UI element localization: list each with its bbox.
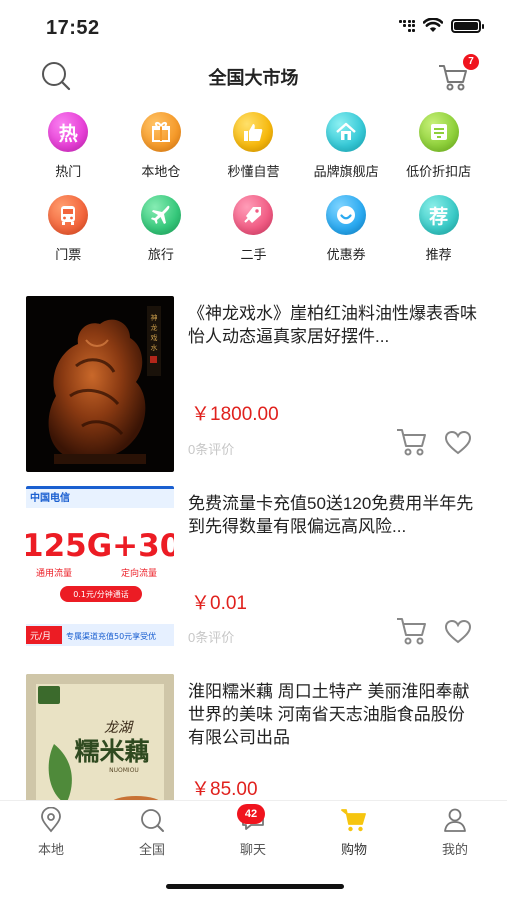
category-label: 优惠券 bbox=[326, 247, 366, 262]
thumbs-up-icon bbox=[233, 112, 274, 152]
ad-call-rate: 0.1元/分钟通话 bbox=[73, 589, 128, 599]
category-label: 推荐 bbox=[425, 247, 452, 262]
category-label: 秒懂自营 bbox=[227, 164, 280, 179]
add-to-cart-icon[interactable] bbox=[396, 427, 428, 457]
wifi-icon bbox=[423, 18, 443, 32]
home-store-icon bbox=[326, 112, 367, 152]
cart-badge: 7 bbox=[463, 54, 479, 70]
svg-text:水: 水 bbox=[151, 343, 158, 352]
svg-text:神: 神 bbox=[151, 313, 158, 322]
category-recommend[interactable]: 荐 推荐 bbox=[399, 195, 479, 278]
tab-label: 我的 bbox=[441, 842, 468, 857]
home-indicator bbox=[166, 884, 344, 889]
category-secondhand[interactable]: 二手 bbox=[213, 195, 293, 278]
tab-label: 全国 bbox=[138, 842, 165, 857]
gift-box-icon bbox=[140, 112, 181, 152]
tab-chat[interactable]: 42 聊天 bbox=[223, 804, 283, 858]
wood-carving-dragon-image[interactable]: 神 龙 戏 水 bbox=[26, 296, 174, 472]
location-pin-icon bbox=[41, 807, 61, 833]
product-price: ￥0.01 bbox=[191, 593, 247, 614]
category-label: 二手 bbox=[240, 247, 267, 262]
secondhand-tag-icon bbox=[233, 195, 274, 235]
product-title[interactable]: 免费流量卡充值50送120免费用半年先到先得数量有限偏远高风险... bbox=[188, 492, 478, 538]
package-pinyin: NUOMIOU bbox=[109, 767, 139, 774]
search-icon bbox=[141, 809, 164, 832]
status-time: 17:52 bbox=[46, 17, 100, 39]
battery-icon bbox=[451, 18, 484, 33]
favorite-heart-icon[interactable] bbox=[444, 618, 472, 646]
category-hot[interactable]: 热 热门 bbox=[28, 112, 108, 195]
category-brand-flagship[interactable]: 品牌旗舰店 bbox=[306, 112, 386, 195]
person-icon bbox=[444, 808, 466, 832]
svg-text:戏: 戏 bbox=[151, 333, 158, 342]
product-price: ￥85.00 bbox=[191, 779, 258, 800]
tab-label: 本地 bbox=[37, 842, 64, 857]
data-card-ad-image[interactable]: 中国电信 125G+30G 通用流量 定向流量 0.1元/分钟通话 元/月 专属… bbox=[26, 486, 174, 662]
product-title[interactable]: 淮阳糯米藕 周口土特产 美丽淮阳奉献世界的美味 河南省天志油脂食品股份有限公司出… bbox=[188, 680, 478, 749]
ticket-bus-icon bbox=[48, 195, 89, 235]
chat-badge: 42 bbox=[237, 804, 265, 824]
favorite-heart-icon[interactable] bbox=[444, 429, 472, 457]
ad-brand: 中国电信 bbox=[30, 491, 70, 504]
category-label: 旅行 bbox=[147, 247, 174, 262]
add-to-cart-icon[interactable] bbox=[396, 616, 428, 646]
category-discount-store[interactable]: 低价折扣店 bbox=[399, 112, 479, 195]
category-label: 品牌旗舰店 bbox=[313, 164, 379, 179]
category-label: 本地仓 bbox=[141, 164, 181, 179]
package-brand: 龙湖 bbox=[104, 720, 134, 736]
tab-label: 聊天 bbox=[239, 842, 266, 857]
svg-text:龙: 龙 bbox=[151, 323, 158, 332]
tab-label: 购物 bbox=[340, 842, 367, 857]
airplane-icon bbox=[140, 195, 181, 235]
product-card[interactable]: 神 龙 戏 水 《神龙戏水》崖柏红油料油性爆表香味怡人动态逼真家居好摆件... … bbox=[0, 296, 507, 476]
tab-local[interactable]: 本地 bbox=[21, 807, 81, 858]
category-label: 门票 bbox=[55, 247, 82, 262]
ad-promo-prefix: 元/月 bbox=[30, 631, 51, 642]
tab-shopping[interactable]: 购物 bbox=[324, 807, 384, 858]
category-travel[interactable]: 旅行 bbox=[121, 195, 201, 278]
hot-icon: 热 bbox=[48, 112, 89, 152]
recommend-icon: 荐 bbox=[418, 195, 459, 235]
ad-headline: 125G+30G bbox=[26, 528, 174, 564]
category-coupons[interactable]: 优惠券 bbox=[306, 195, 386, 278]
nav-bar: 全国大市场 7 bbox=[0, 52, 507, 100]
category-label: 低价折扣店 bbox=[406, 164, 472, 179]
category-label: 热门 bbox=[55, 164, 82, 179]
discount-store-icon bbox=[418, 112, 459, 152]
product-price: ￥1800.00 bbox=[191, 404, 279, 425]
product-reviews: 0条评价 bbox=[188, 442, 235, 457]
category-grid: 热 热门 本地仓 秒懂自营 品牌旗舰店 低价折扣店 门票 旅行 二手 优惠券 荐… bbox=[0, 112, 507, 278]
category-self-operated[interactable]: 秒懂自营 bbox=[213, 112, 293, 195]
status-bar: 17:52 bbox=[0, 0, 507, 50]
ad-label-directional: 定向流量 bbox=[121, 567, 157, 579]
page-title: 全国大市场 bbox=[208, 68, 299, 88]
cellular-signal-icon bbox=[398, 19, 415, 32]
category-tickets[interactable]: 门票 bbox=[28, 195, 108, 278]
product-title[interactable]: 《神龙戏水》崖柏红油料油性爆表香味怡人动态逼真家居好摆件... bbox=[188, 302, 478, 348]
package-product-name: 糯米藕 bbox=[74, 737, 149, 766]
header-cart-button[interactable]: 7 bbox=[437, 54, 479, 92]
tab-national[interactable]: 全国 bbox=[122, 807, 182, 858]
tab-mine[interactable]: 我的 bbox=[425, 807, 485, 858]
product-reviews: 0条评价 bbox=[188, 630, 235, 645]
category-local-warehouse[interactable]: 本地仓 bbox=[121, 112, 201, 195]
ad-promo: 专属渠道充值50元享受优 bbox=[66, 631, 156, 641]
smile-coupon-icon bbox=[326, 195, 367, 235]
product-card[interactable]: 中国电信 125G+30G 通用流量 定向流量 0.1元/分钟通话 元/月 专属… bbox=[0, 486, 507, 666]
shopping-cart-icon bbox=[341, 809, 366, 832]
ad-label-general: 通用流量 bbox=[36, 567, 72, 579]
